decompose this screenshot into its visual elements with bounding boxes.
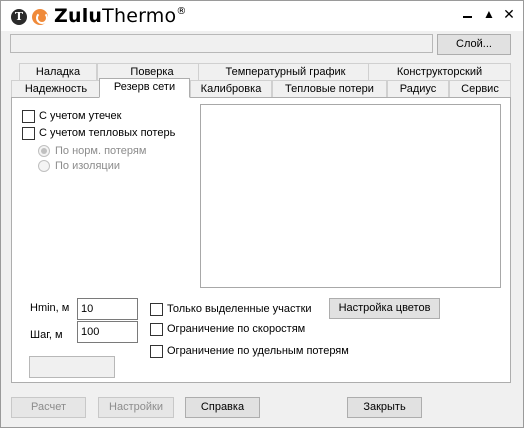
step-input[interactable]: 100	[77, 321, 138, 343]
tab-naladka[interactable]: Наладка	[19, 63, 97, 80]
radio-insulation-label: По изоляции	[55, 160, 120, 172]
leaks-checkbox[interactable]	[22, 110, 35, 123]
tab-service[interactable]: Сервис	[449, 80, 511, 97]
tab-radius[interactable]: Радиус	[387, 80, 449, 97]
step-label: Шаг, м	[30, 329, 63, 341]
tab-panel-network-reserve: С учетом утечек С учетом тепловых потерь…	[11, 97, 511, 383]
heat-loss-checkbox[interactable]	[22, 127, 35, 140]
leaks-label: С учетом утечек	[39, 110, 122, 122]
app-title: ZuluThermo®	[54, 5, 187, 27]
tab-reliability[interactable]: Надежность	[11, 80, 101, 97]
selected-only-label: Только выделенные участки	[167, 303, 312, 315]
tab-calibration[interactable]: Калибровка	[190, 80, 272, 97]
hmin-label: Hmin, м	[30, 302, 70, 314]
title-bar: T ZuluThermo® ▲ ✕	[1, 1, 523, 31]
specific-loss-label: Ограничение по удельным потерям	[167, 345, 349, 357]
tab-constructor[interactable]: Конструкторский	[368, 63, 511, 80]
calculate-button[interactable]: Расчет	[11, 397, 86, 418]
radio-norm-losses-label: По норм. потерям	[55, 145, 147, 157]
thermo-logo-icon	[32, 9, 48, 25]
results-text-area[interactable]	[200, 104, 501, 288]
tab-heat-losses[interactable]: Тепловые потери	[272, 80, 387, 97]
heat-loss-label: С учетом тепловых потерь	[39, 127, 176, 139]
layer-button[interactable]: Слой...	[437, 34, 511, 55]
selected-only-checkbox[interactable]	[150, 303, 163, 316]
hmin-input[interactable]: 10	[77, 298, 138, 320]
tab-network-reserve[interactable]: Резерв сети	[99, 78, 190, 98]
settings-button[interactable]: Настройки	[98, 397, 174, 418]
maximize-icon[interactable]: ▲	[481, 7, 497, 21]
layer-field	[10, 34, 433, 53]
speed-limit-checkbox[interactable]	[150, 323, 163, 336]
logo-t-icon: T	[11, 9, 27, 25]
minimize-icon[interactable]	[459, 7, 475, 21]
close-icon[interactable]: ✕	[501, 7, 517, 21]
radio-insulation[interactable]	[38, 160, 50, 172]
trademark-symbol: ®	[176, 6, 187, 17]
speed-limit-label: Ограничение по скоростям	[167, 323, 306, 335]
specific-loss-checkbox[interactable]	[150, 345, 163, 358]
tab-temperature-graph[interactable]: Температурный график	[198, 63, 373, 80]
radio-norm-losses[interactable]	[38, 145, 50, 157]
app-title-part2: Thermo	[102, 5, 177, 27]
close-button[interactable]: Закрыть	[347, 397, 422, 418]
color-settings-button[interactable]: Настройка цветов	[329, 298, 440, 319]
status-box	[29, 356, 115, 378]
app-title-part1: Zulu	[54, 5, 103, 27]
help-button[interactable]: Справка	[185, 397, 260, 418]
dialog-window: T ZuluThermo® ▲ ✕ Слой... Наладка Поверк…	[0, 0, 524, 428]
